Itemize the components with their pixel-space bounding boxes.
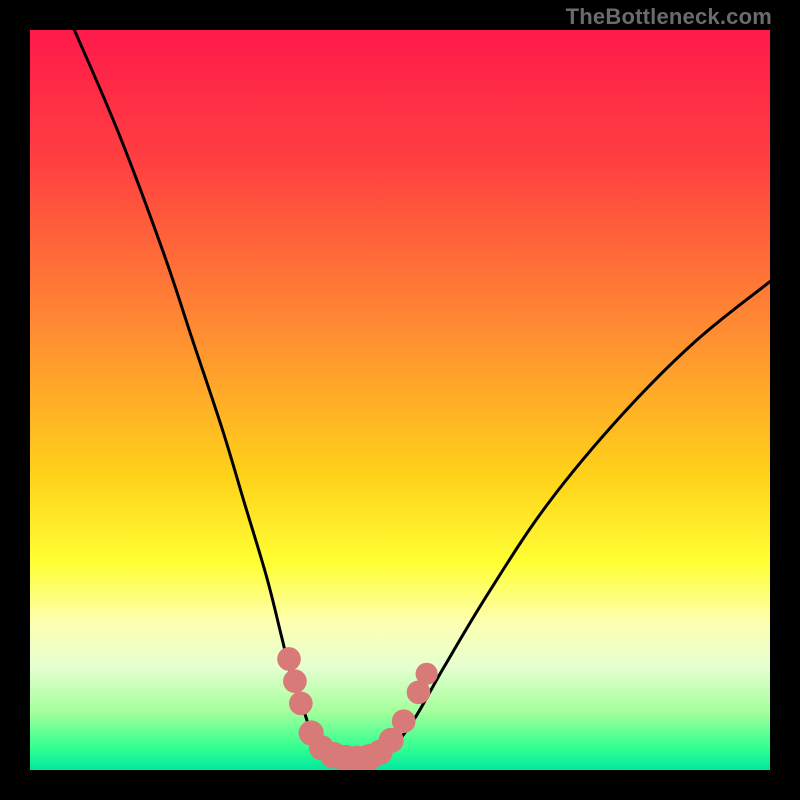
plot-area bbox=[30, 30, 770, 770]
marker-dot bbox=[392, 709, 416, 733]
outer-frame: TheBottleneck.com bbox=[0, 0, 800, 800]
gradient-background bbox=[30, 30, 770, 770]
watermark-label: TheBottleneck.com bbox=[566, 4, 772, 30]
marker-dot bbox=[277, 647, 301, 671]
marker-dot bbox=[416, 663, 438, 685]
marker-dot bbox=[289, 692, 313, 716]
chart-svg bbox=[30, 30, 770, 770]
marker-dot bbox=[283, 669, 307, 693]
